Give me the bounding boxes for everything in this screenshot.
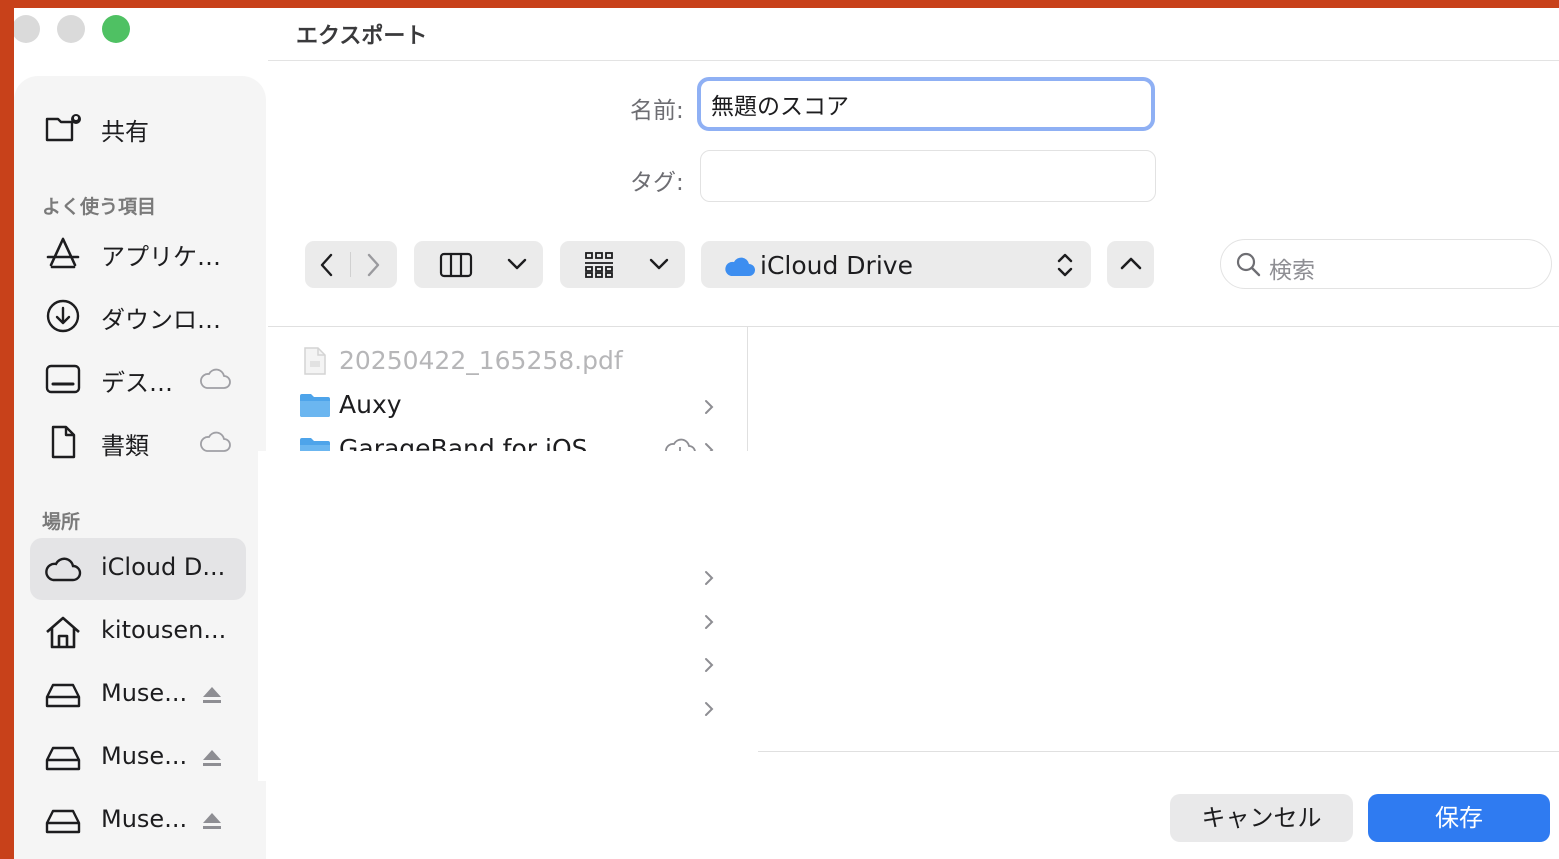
chevron-up-icon <box>1120 257 1142 270</box>
eject-icon[interactable] <box>200 747 224 769</box>
location-label: iCloud Drive <box>760 251 913 280</box>
chevron-right-icon <box>705 400 714 414</box>
forward-icon[interactable] <box>363 252 383 278</box>
sidebar-item-label: アプリケ… <box>101 243 221 271</box>
titlebar-divider <box>268 60 1559 61</box>
back-icon[interactable] <box>317 252 337 278</box>
sidebar-item-label: Muse... <box>101 805 188 833</box>
eject-icon[interactable] <box>200 810 224 832</box>
sidebar: 共有 よく使う項目 アプリケ… ダウンロ… デス… 書類 場所 iCloud D… <box>14 76 266 859</box>
sidebar-item-downloads[interactable]: ダウンロ… <box>30 285 246 347</box>
icloud-icon <box>45 557 82 582</box>
collapse-button[interactable] <box>1107 241 1154 288</box>
icloud-icon <box>725 257 755 276</box>
column-view-icon <box>439 252 473 278</box>
sidebar-item-documents[interactable]: 書類 <box>30 411 246 473</box>
save-button[interactable]: 保存 <box>1368 794 1550 842</box>
chevron-down-icon <box>507 258 527 270</box>
back-forward-control <box>305 241 397 288</box>
chevron-right-icon <box>705 571 714 585</box>
file-row[interactable]: 20250422_165258.pdf <box>299 342 719 382</box>
zoom-window-button[interactable] <box>102 15 130 43</box>
folder-row[interactable]: Auxy <box>299 386 719 426</box>
browser-top-divider <box>268 326 1559 327</box>
group-grid-icon <box>585 252 613 278</box>
sidebar-item-drive-1[interactable]: Muse... <box>30 664 246 726</box>
sidebar-item-label: iCloud D... <box>101 553 226 581</box>
chevron-right-icon <box>705 702 714 716</box>
sidebar-item-drive-3[interactable]: Muse... <box>30 790 246 852</box>
drive-icon <box>45 746 81 771</box>
documents-icon <box>51 425 76 459</box>
sidebar-item-applications[interactable]: アプリケ… <box>30 222 246 284</box>
view-mode-button[interactable] <box>414 241 543 288</box>
group-button[interactable] <box>560 241 685 288</box>
eject-icon[interactable] <box>200 684 224 706</box>
sidebar-item-desktop[interactable]: デス… <box>30 348 246 410</box>
dialog-title: エクスポート <box>296 24 428 49</box>
sidebar-item-label: 共有 <box>101 118 149 146</box>
sidebar-item-shared[interactable]: 共有 <box>30 97 246 159</box>
close-window-button[interactable] <box>14 15 40 43</box>
applications-icon <box>46 237 80 269</box>
sidebar-item-label: kitousen... <box>101 616 227 644</box>
pdf-file-icon <box>304 347 326 375</box>
icloud-status-icon <box>200 368 231 389</box>
locations-section-header: 場所 <box>42 511 81 533</box>
sidebar-item-drive-2[interactable]: Muse... <box>30 727 246 789</box>
file-name: 20250422_165258.pdf <box>339 346 623 375</box>
sidebar-item-label: デス… <box>101 369 173 397</box>
tag-input[interactable] <box>700 150 1156 202</box>
save-dialog-window: エクスポート 共有 よく使う項目 アプリケ… ダウンロ… デス… 書類 場所 i… <box>14 8 1559 859</box>
chevron-down-icon <box>649 258 669 270</box>
icloud-status-icon <box>200 431 231 452</box>
search-placeholder: 検索 <box>1269 258 1315 284</box>
chevron-right-icon <box>705 615 714 629</box>
tag-label: タグ: <box>630 170 684 196</box>
desktop-icon <box>45 364 81 394</box>
downloads-icon <box>46 299 80 333</box>
shared-folder-icon <box>45 114 81 142</box>
sidebar-item-home[interactable]: kitousen... <box>30 601 246 663</box>
home-icon <box>46 616 80 649</box>
search-icon <box>1236 252 1261 277</box>
favorites-section-header: よく使う項目 <box>42 196 157 218</box>
sidebar-item-label: 書類 <box>101 432 149 460</box>
sidebar-item-label: Muse... <box>101 742 188 770</box>
name-label: 名前: <box>630 98 684 124</box>
file-name: Auxy <box>339 390 402 419</box>
drive-icon <box>45 809 81 834</box>
sidebar-item-label: Muse... <box>101 679 188 707</box>
folder-icon <box>300 394 330 417</box>
sidebar-item-icloud-drive[interactable]: iCloud D... <box>30 538 246 600</box>
updown-chevron-icon <box>1057 253 1073 277</box>
minimize-window-button[interactable] <box>57 15 85 43</box>
chevron-right-icon <box>705 658 714 672</box>
filename-input[interactable] <box>697 77 1155 131</box>
drive-icon <box>45 683 81 708</box>
sidebar-item-label: ダウンロ… <box>101 306 221 334</box>
unrendered-list-area <box>258 451 758 781</box>
cancel-button[interactable]: キャンセル <box>1170 794 1353 842</box>
